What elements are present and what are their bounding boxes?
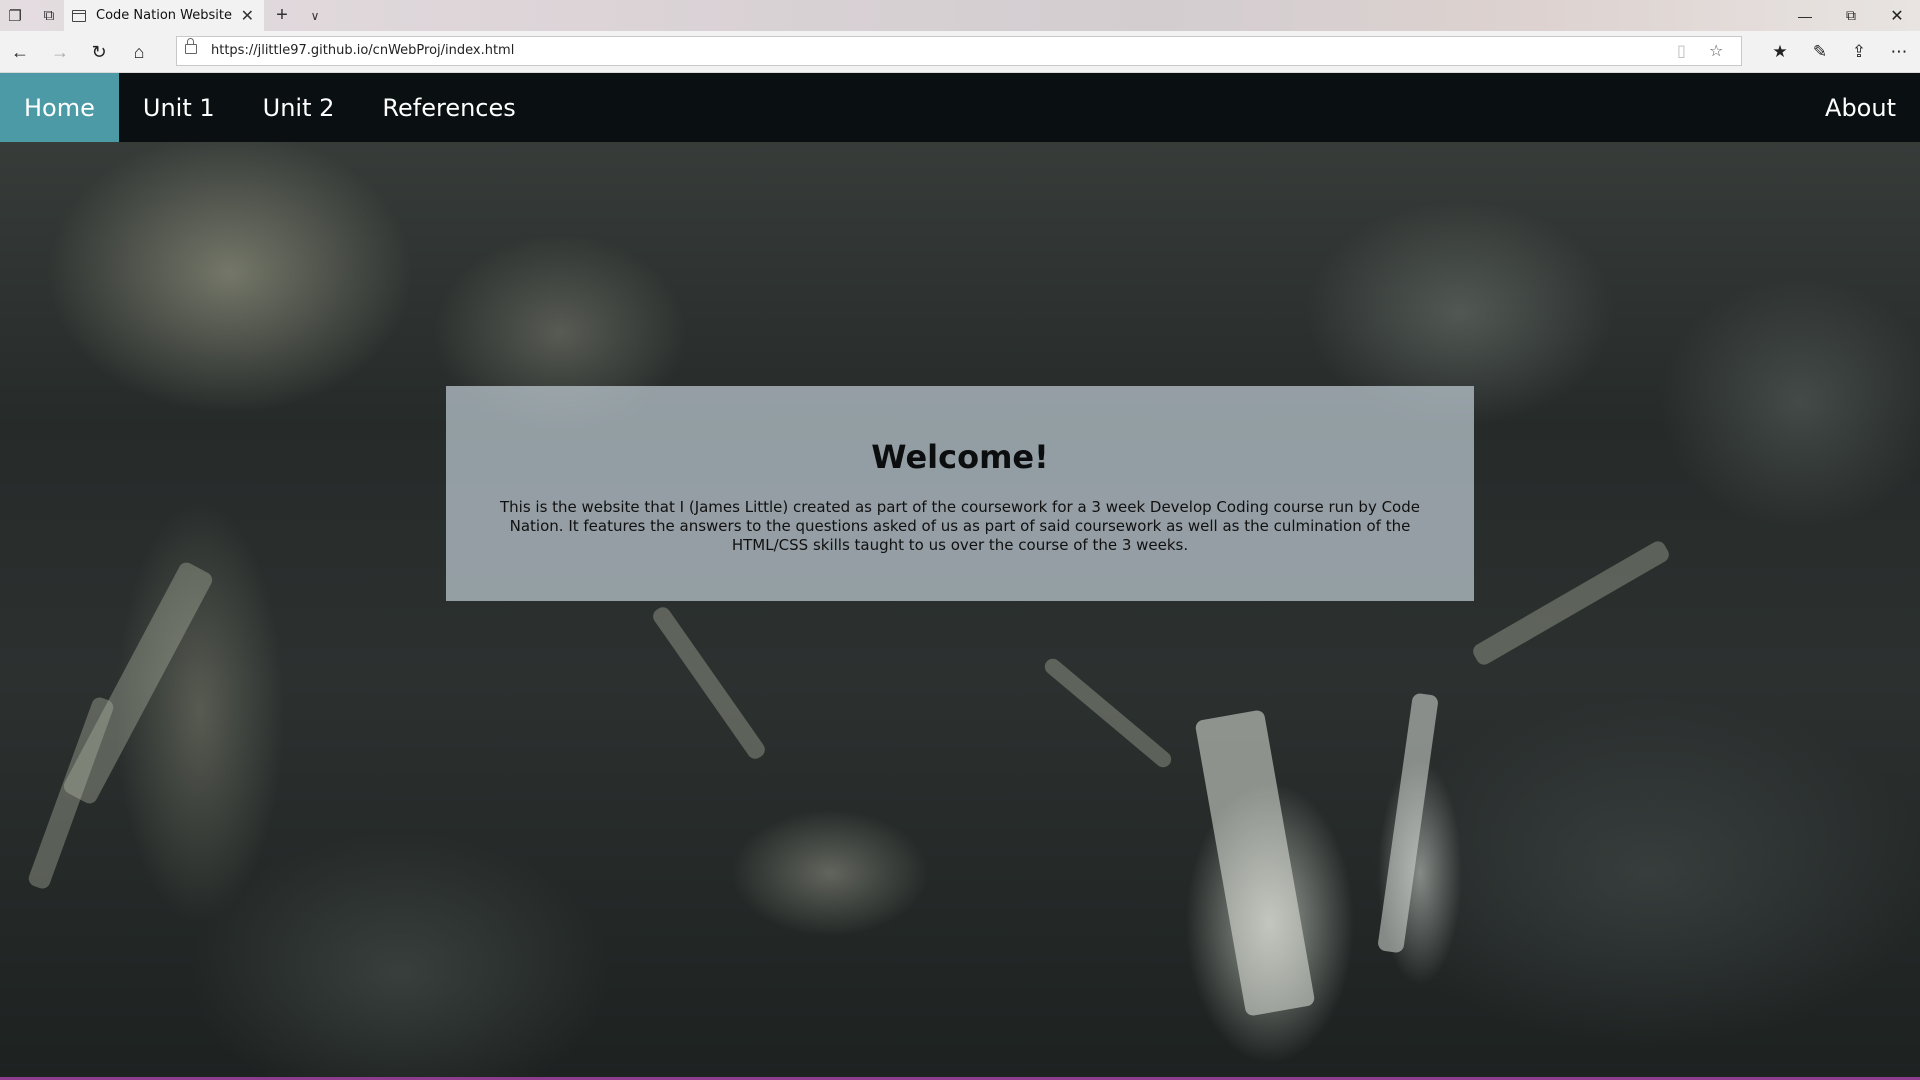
restore-icon[interactable]: ⧉: [1828, 0, 1874, 31]
nav-home[interactable]: Home: [0, 73, 119, 142]
top-navigation: Home Unit 1 Unit 2 References About: [0, 73, 1920, 142]
tab-close-icon[interactable]: ✕: [241, 6, 254, 26]
welcome-text: This is the website that I (James Little…: [499, 498, 1420, 554]
tab-actions-icon[interactable]: ❐: [0, 0, 30, 31]
address-bar[interactable]: https://jlittle97.github.io/cnWebProj/in…: [176, 36, 1742, 66]
star-icon[interactable]: ☆: [1709, 41, 1723, 61]
reading-view-icon[interactable]: ▯: [1677, 41, 1686, 61]
forward-arrow-icon[interactable]: →: [45, 37, 75, 67]
browser-tab[interactable]: Code Nation Website Pr ✕: [64, 0, 264, 31]
pen-icon[interactable]: ✎: [1803, 37, 1837, 67]
home-icon[interactable]: ⌂: [124, 37, 154, 67]
browser-tab-bar: ❐ ⧉ Code Nation Website Pr ✕ + ∨ — ⧉ ✕: [0, 0, 1920, 31]
welcome-panel: Welcome! This is the website that I (Jam…: [446, 386, 1474, 601]
nav-unit-1[interactable]: Unit 1: [119, 73, 239, 142]
background-streak: [26, 695, 116, 891]
refresh-icon[interactable]: ↻: [84, 37, 114, 67]
web-page: Home Unit 1 Unit 2 References About Welc…: [0, 73, 1920, 1080]
nav-about[interactable]: About: [1801, 73, 1920, 142]
chevron-down-icon[interactable]: ∨: [300, 0, 330, 31]
favorites-list-icon[interactable]: ★: [1763, 37, 1797, 67]
background-streak: [650, 604, 768, 762]
url-text[interactable]: https://jlittle97.github.io/cnWebProj/in…: [211, 43, 514, 58]
share-icon[interactable]: ⇪: [1842, 37, 1876, 67]
plus-icon[interactable]: +: [267, 0, 297, 31]
background-glass: [1194, 709, 1316, 1017]
page-icon: [72, 9, 86, 22]
background-streak: [1041, 655, 1175, 771]
set-aside-tabs-icon[interactable]: ⧉: [34, 0, 64, 31]
back-arrow-icon[interactable]: ←: [5, 37, 35, 67]
background-streak: [1470, 538, 1672, 668]
background-glass: [1377, 692, 1439, 954]
ellipsis-icon[interactable]: ⋯: [1882, 37, 1916, 67]
minimize-icon[interactable]: —: [1782, 0, 1828, 31]
nav-references[interactable]: References: [358, 73, 539, 142]
browser-toolbar: ← → ↻ ⌂ https://jlittle97.github.io/cnWe…: [0, 31, 1920, 73]
welcome-title: Welcome!: [871, 438, 1049, 476]
close-icon[interactable]: ✕: [1874, 0, 1920, 31]
tab-title: Code Nation Website Pr: [96, 8, 232, 23]
nav-unit-2[interactable]: Unit 2: [239, 73, 359, 142]
lock-icon: [185, 38, 197, 54]
